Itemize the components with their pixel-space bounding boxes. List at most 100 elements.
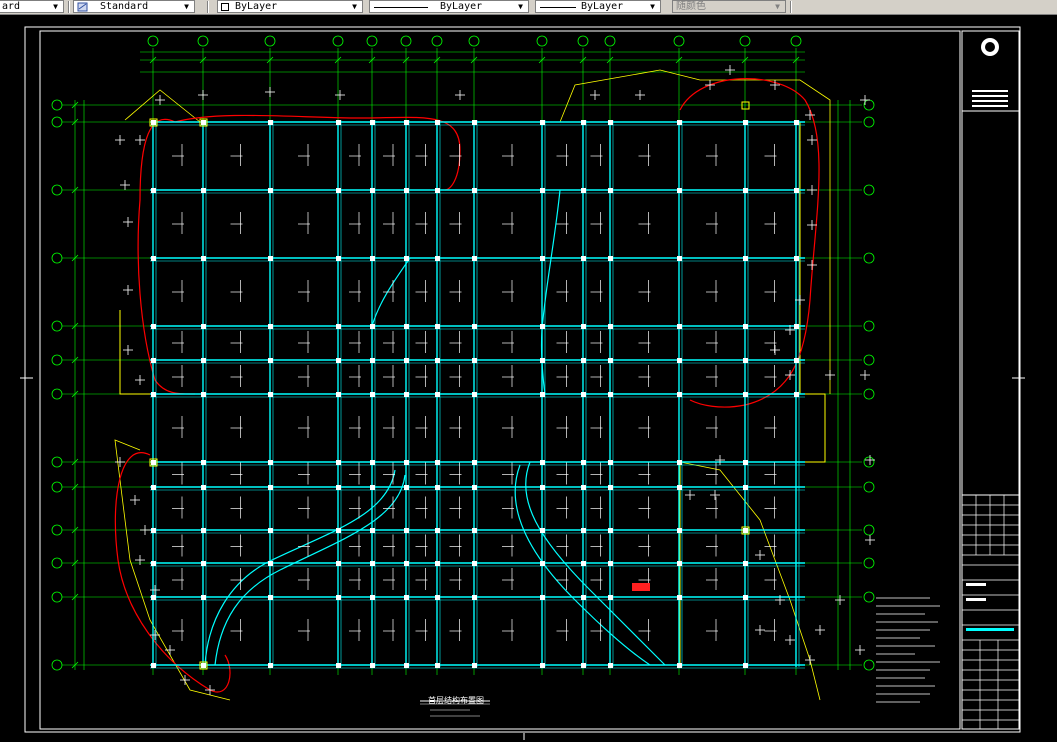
site-boundary-southwest (114, 452, 231, 693)
column (370, 595, 375, 600)
column (404, 485, 409, 490)
column (472, 561, 477, 566)
grid-bubble-left-Ca (51, 557, 63, 569)
column (268, 256, 273, 261)
column (201, 358, 206, 363)
column (435, 485, 440, 490)
linetype-control-dropdown[interactable]: ByLayer ▼ (369, 0, 529, 13)
column (472, 256, 477, 261)
grid-bubble-right-Ja (863, 99, 875, 111)
grid-bubble-right-B (863, 591, 875, 603)
column (743, 460, 748, 465)
grid-bubble-left-C (51, 524, 63, 536)
column (268, 460, 273, 465)
grid-bubble-left-E (51, 388, 63, 400)
column (540, 324, 545, 329)
column (677, 358, 682, 363)
chevron-down-icon[interactable]: ▼ (50, 1, 61, 12)
chevron-down-icon[interactable]: ▼ (181, 1, 192, 12)
grid-bubble-right-Da (863, 481, 875, 493)
column (677, 528, 682, 533)
column (201, 188, 206, 193)
column (268, 663, 273, 668)
column (677, 561, 682, 566)
column (608, 188, 613, 193)
column (743, 528, 748, 533)
column (336, 392, 341, 397)
chevron-down-icon[interactable]: ▼ (515, 1, 526, 12)
column (581, 561, 586, 566)
column (540, 561, 545, 566)
column (201, 392, 206, 397)
site-boundary-north (174, 114, 461, 191)
column (201, 561, 206, 566)
chevron-down-icon[interactable]: ▼ (647, 1, 658, 12)
column (435, 392, 440, 397)
site-boundary-east (679, 78, 820, 408)
column (336, 358, 341, 363)
column (540, 485, 545, 490)
column (581, 392, 586, 397)
dim-style-dropdown[interactable]: Standard ▼ (73, 0, 195, 13)
column (677, 120, 682, 125)
column (743, 663, 748, 668)
column (151, 324, 156, 329)
column (370, 392, 375, 397)
column (540, 392, 545, 397)
chevron-down-icon[interactable]: ▼ (349, 1, 360, 12)
column (336, 324, 341, 329)
grid-bubble-9a (790, 35, 802, 47)
text-style-dropdown[interactable]: ard ▼ (0, 0, 64, 13)
title-block (961, 30, 1020, 730)
column (540, 595, 545, 600)
drawing-frame (39, 30, 961, 730)
grid-bubble-right-D (863, 456, 875, 468)
color-control-dropdown[interactable]: ByLayer ▼ (217, 0, 363, 13)
selected-object-marker (632, 583, 650, 591)
grid-bubble-left-F (51, 320, 63, 332)
grid-bubble-right-Ea (863, 354, 875, 366)
column (608, 595, 613, 600)
dim-style-value: Standard (100, 1, 149, 12)
column (151, 485, 156, 490)
sheet-border (24, 26, 1021, 733)
lineweight-value: ByLayer (581, 1, 624, 12)
column (608, 324, 613, 329)
column (151, 595, 156, 600)
column (268, 485, 273, 490)
column (743, 324, 748, 329)
grid-bubble-left-J (51, 116, 63, 128)
plotstyle-control-dropdown[interactable]: 随颜色 ▼ (672, 0, 786, 13)
properties-toolbar: ard ▼ Standard ▼ ByLayer ▼ ByLayer ▼ ByL… (0, 0, 1057, 15)
column (677, 663, 682, 668)
color-value: ByLayer (235, 1, 278, 12)
column (336, 663, 341, 668)
column (151, 358, 156, 363)
column (608, 528, 613, 533)
grid-bubble-6 (536, 35, 548, 47)
column (268, 358, 273, 363)
column (370, 561, 375, 566)
column (435, 256, 440, 261)
column (370, 358, 375, 363)
column (540, 663, 545, 668)
column (336, 561, 341, 566)
column (677, 595, 682, 600)
wall-outline-nw (124, 89, 201, 123)
column-highlight (741, 101, 750, 110)
drawing-canvas[interactable] (0, 15, 1057, 742)
column (336, 460, 341, 465)
column (201, 595, 206, 600)
grid-bubble-right-C (863, 524, 875, 536)
grid-bubble-right-E (863, 388, 875, 400)
column (435, 188, 440, 193)
column (581, 120, 586, 125)
dimension-style-icon (77, 2, 88, 12)
column (472, 528, 477, 533)
column (743, 256, 748, 261)
lineweight-control-dropdown[interactable]: ByLayer ▼ (535, 0, 661, 13)
grid-bubble-left-Ja (51, 99, 63, 111)
column (336, 528, 341, 533)
column (540, 460, 545, 465)
chevron-down-icon[interactable]: ▼ (772, 1, 783, 12)
